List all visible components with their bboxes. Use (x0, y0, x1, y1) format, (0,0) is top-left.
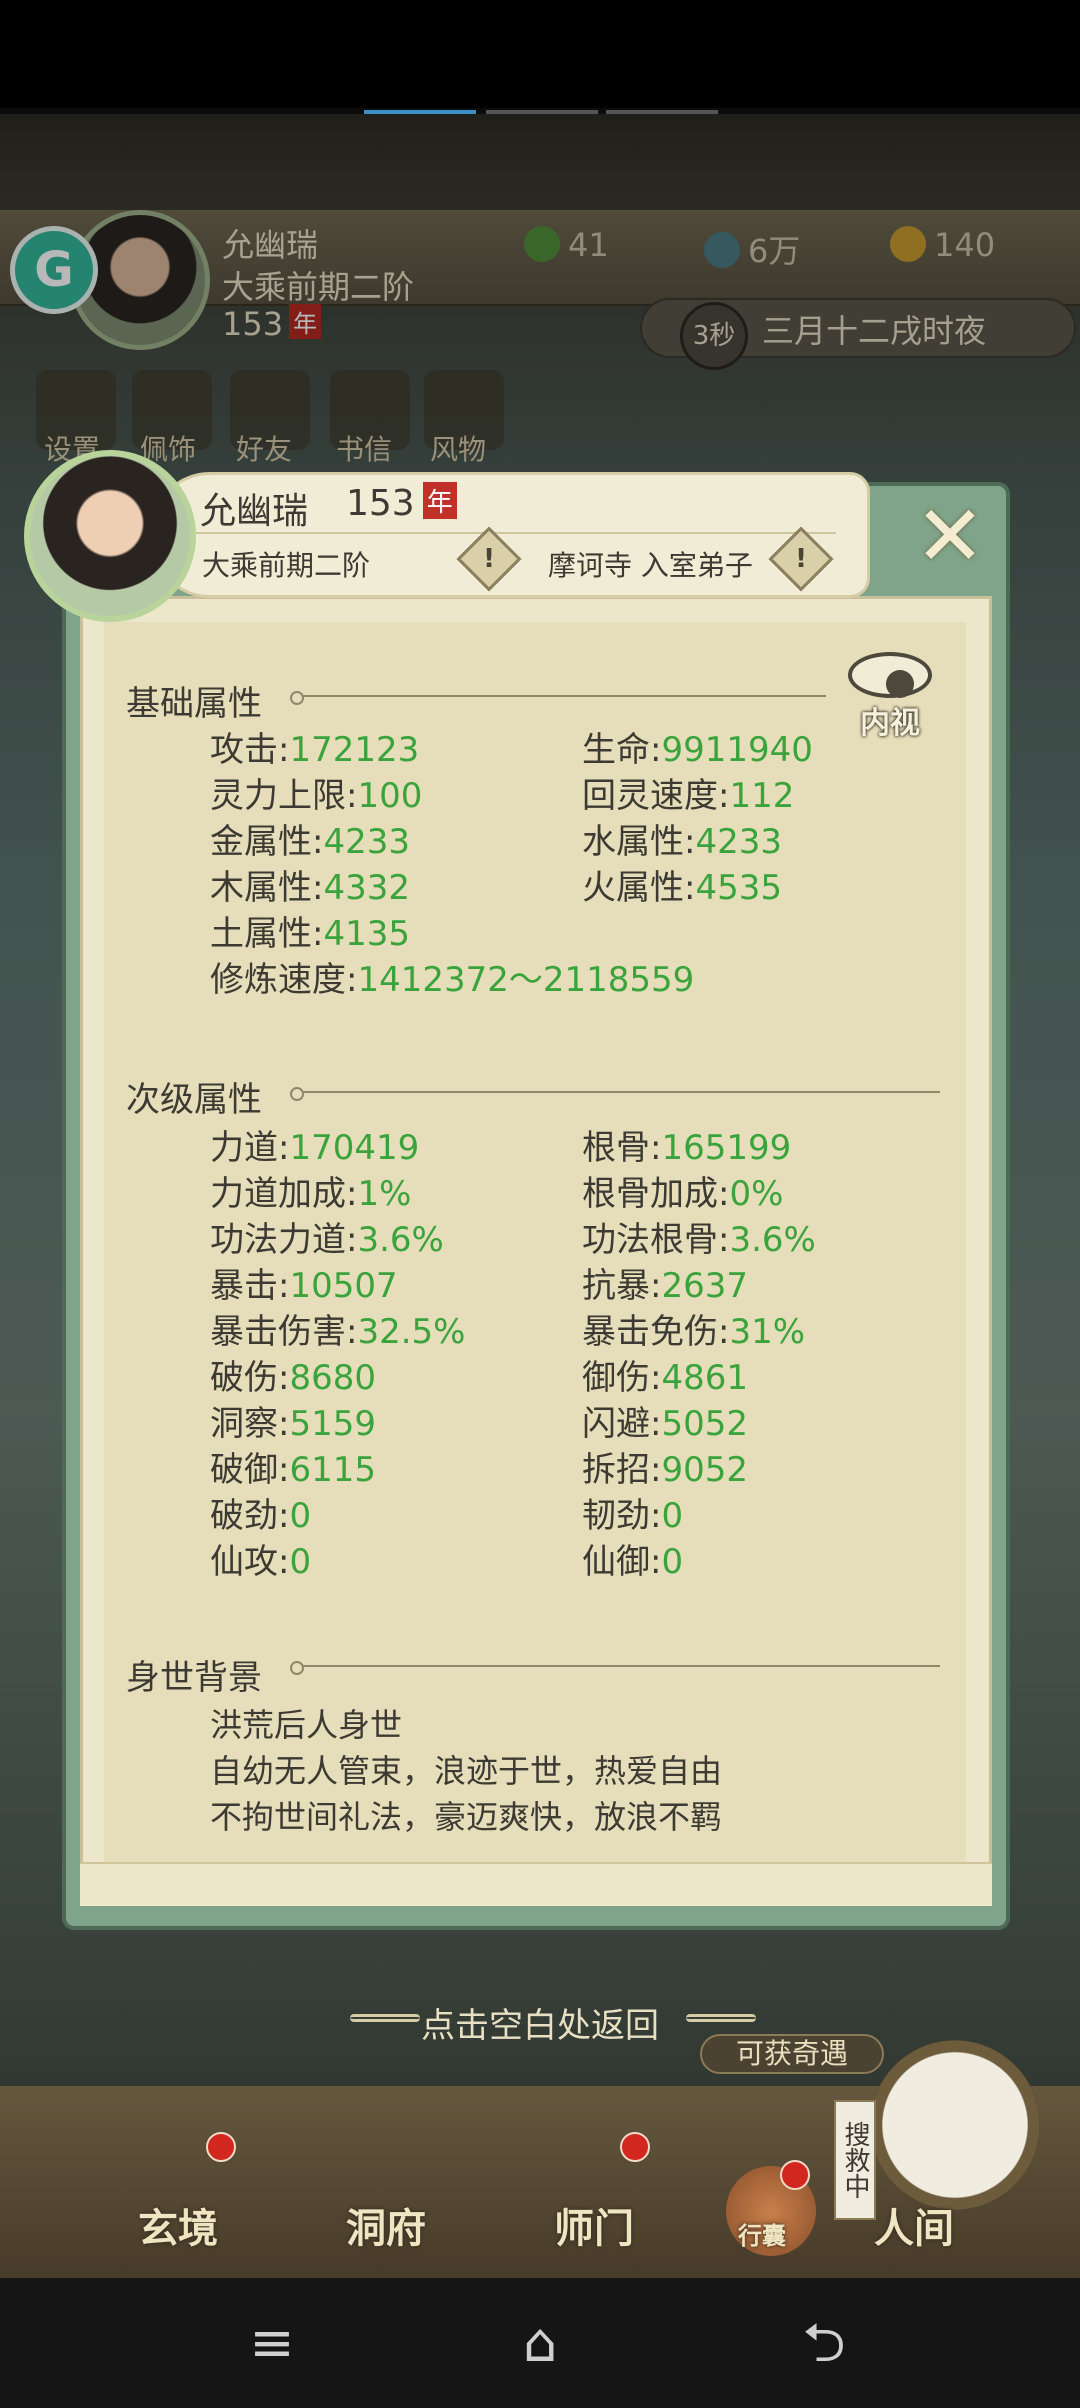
character-name: 允幽瑞 (200, 491, 309, 532)
stat-crit-damage-reduction: 暴击免伤:31% (582, 1312, 806, 1352)
section-title-basic: 基础属性 (126, 684, 262, 724)
stat-earth: 土属性:4135 (210, 914, 410, 954)
section-divider (290, 691, 826, 705)
dialog-footer (80, 1862, 992, 1906)
back-icon[interactable]: ⮌ (784, 2308, 864, 2378)
stat-technique-constitution: 功法根骨:3.6% (582, 1220, 816, 1260)
adventure-badge[interactable]: 可获奇遇 (700, 2034, 884, 2074)
background-line: 自幼无人管束，浪迹于世，热爱自由 (210, 1752, 723, 1790)
stat-crit-resist: 抗暴:2637 (582, 1266, 748, 1306)
stat-wood: 木属性:4332 (210, 868, 410, 908)
stat-strength-bonus: 力道加成:1% (210, 1174, 412, 1214)
nav-label-sect[interactable]: 师门 (554, 2196, 634, 2254)
hint-ornament-right (686, 2014, 756, 2022)
stat-dodge: 闪避:5052 (582, 1404, 748, 1444)
stat-immortal-attack: 仙攻:0 (210, 1542, 312, 1582)
nav-label-mystic-realm[interactable]: 玄境 (138, 2196, 218, 2254)
nav-label-world[interactable]: 人间 (874, 2196, 954, 2254)
stat-insight: 洞察:5159 (210, 1404, 376, 1444)
section-divider (290, 1087, 940, 1101)
notification-dot (206, 2132, 236, 2162)
stat-mana-cap: 灵力上限:100 (210, 776, 423, 816)
stat-cultivation-speed: 修炼速度:1412372～2118559 (210, 960, 695, 1000)
background-line: 不拘世间礼法，豪迈爽快，放浪不羁 (210, 1798, 723, 1836)
character-portrait (24, 450, 196, 622)
stat-technique-strength: 功法力道:3.6% (210, 1220, 444, 1260)
searching-tag: 搜救中 (834, 2100, 876, 2220)
home-icon[interactable]: ⌂ (500, 2308, 580, 2378)
stat-crit-damage: 暴击伤害:32.5% (210, 1312, 466, 1352)
inner-view-button[interactable]: 内视 (842, 648, 938, 744)
stat-constitution: 根骨:165199 (582, 1128, 792, 1168)
stat-pierce: 破伤:8680 (210, 1358, 376, 1398)
stat-constitution-bonus: 根骨加成:0% (582, 1174, 784, 1214)
background-line: 洪荒后人身世 (210, 1706, 403, 1744)
character-sect: 摩诃寺 入室弟子 (548, 549, 753, 582)
inner-view-label: 内视 (860, 706, 920, 741)
stat-hp: 生命:9911940 (582, 730, 813, 770)
stat-fire: 火属性:4535 (582, 868, 782, 908)
menu-icon[interactable]: ≡ (232, 2308, 312, 2378)
stat-mana-regen: 回灵速度:112 (582, 776, 795, 816)
notification-dot (620, 2132, 650, 2162)
stat-water: 水属性:4233 (582, 822, 782, 862)
section-title-secondary: 次级属性 (126, 1080, 262, 1120)
section-title-background: 身世背景 (126, 1658, 262, 1698)
stat-break-tenacity: 破劲:0 (210, 1496, 312, 1536)
character-realm: 大乘前期二阶 (202, 549, 371, 582)
nav-label-cave-dwelling[interactable]: 洞府 (346, 2196, 426, 2254)
nav-label-bag[interactable]: 行囊 (738, 2216, 786, 2251)
close-button[interactable]: ✕ (902, 488, 998, 584)
world-icon[interactable] (870, 2040, 1040, 2210)
stat-parry: 拆招:9052 (582, 1450, 748, 1490)
section-divider (290, 1661, 940, 1675)
stat-guard: 御伤:4861 (582, 1358, 748, 1398)
eye-icon (848, 652, 932, 698)
stat-crit: 暴击:10507 (210, 1266, 398, 1306)
stat-immortal-defense: 仙御:0 (582, 1542, 684, 1582)
stat-strength: 力道:170419 (210, 1128, 420, 1168)
stat-metal: 金属性:4233 (210, 822, 410, 862)
return-hint: 点击空白处返回 (421, 2006, 659, 2046)
status-bar (0, 0, 1080, 108)
character-age: 153 年 (346, 482, 457, 524)
stat-attack: 攻击:172123 (210, 730, 420, 770)
stat-tenacity: 韧劲:0 (582, 1496, 684, 1536)
notification-dot (780, 2160, 810, 2190)
stat-break-defense: 破御:6115 (210, 1450, 376, 1490)
